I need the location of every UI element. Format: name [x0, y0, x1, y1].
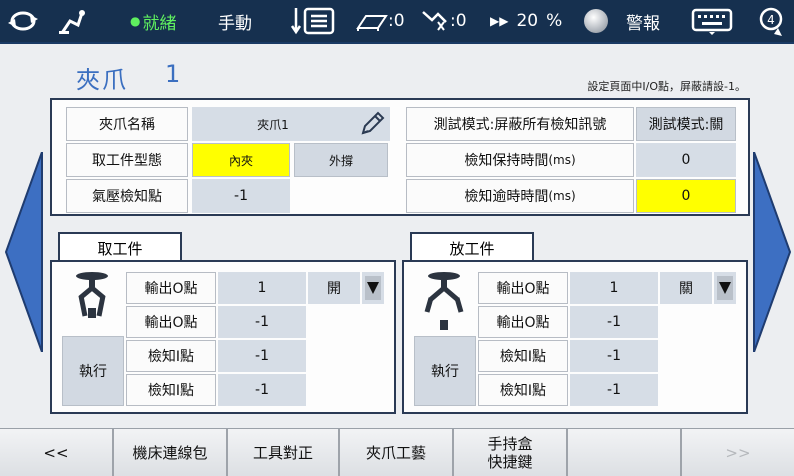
outer-clamp-button[interactable]: 外撐	[294, 143, 388, 177]
pick-type-label: 取工件型態	[66, 143, 188, 177]
pick-row2-label: 輸出O點	[126, 306, 216, 338]
timeout-label: 檢知逾時時間 (ms)	[406, 179, 634, 213]
pick-row1-value[interactable]: 1	[218, 272, 306, 304]
test-mode-button[interactable]: 測試模式:關	[636, 107, 736, 141]
prev-page-button[interactable]: <<	[0, 429, 114, 476]
speed-unit: %	[546, 11, 563, 31]
speed-value: 20	[516, 11, 539, 31]
pick-row3-value[interactable]: -1	[218, 340, 306, 372]
pick-panel-title: 取工件	[58, 232, 182, 262]
place-execute-button[interactable]: 執行	[414, 336, 476, 406]
counter-value: :0	[388, 11, 405, 31]
pressure-point-label: 氣壓檢知點	[66, 179, 188, 213]
pick-row3-label: 檢知I點	[126, 340, 216, 372]
mode-label[interactable]: 手動	[218, 0, 252, 42]
place-row4-label: 檢知I點	[478, 374, 568, 406]
machine-link-button[interactable]: 機床連線包	[114, 429, 228, 476]
gripper-tool-icon	[422, 11, 447, 31]
pick-dropdown-icon[interactable]	[362, 272, 384, 304]
place-panel: 執行 輸出O點 1 關 輸出O點 -1 檢知I點 -1 檢知I點 -1	[402, 260, 748, 414]
speed-indicator[interactable]: ▶▶ 20 %	[490, 0, 562, 42]
bottom-toolbar: << 機床連線包 工具對正 夾爪工藝 手持盒 快捷鍵 >>	[0, 428, 794, 476]
place-row4-value[interactable]: -1	[570, 374, 658, 406]
place-row2-label: 輸出O點	[478, 306, 568, 338]
pick-row1-state[interactable]: 開	[308, 272, 360, 304]
pick-row4-value[interactable]: -1	[218, 374, 306, 406]
prev-gripper-arrow[interactable]	[4, 151, 44, 353]
next-gripper-arrow[interactable]	[752, 151, 792, 353]
timeout-text: 檢知逾時時間	[464, 189, 549, 205]
place-panel-title: 放工件	[410, 232, 534, 262]
place-row3-label: 檢知I點	[478, 340, 568, 372]
top-bar: ● 就緒 手動 :0 :0 ▶▶ 20 % 警報 4	[0, 0, 794, 42]
alarm-button[interactable]: 警報	[626, 0, 660, 42]
robot-arm-icon[interactable]	[58, 0, 88, 42]
place-row3-value[interactable]: -1	[570, 340, 658, 372]
status-lamp-icon	[582, 0, 610, 42]
notification-icon[interactable]: 4	[756, 0, 786, 42]
pressure-point-field[interactable]: -1	[192, 179, 290, 213]
pendant-shortcut-button[interactable]: 手持盒 快捷鍵	[454, 429, 568, 476]
keyboard-icon[interactable]	[690, 0, 734, 42]
place-row1-value[interactable]: 1	[570, 272, 658, 304]
workpiece-counter: :0	[356, 0, 405, 42]
hold-time-label: 檢知保持時間 (ms)	[406, 143, 634, 177]
gripper-closed-icon	[70, 270, 114, 330]
notify-badge: 4	[767, 13, 775, 27]
pick-row2-value[interactable]: -1	[218, 306, 306, 338]
page-title: 夾爪	[76, 66, 128, 94]
status-dot-icon: ●	[130, 14, 141, 28]
inner-clamp-button[interactable]: 內夾	[192, 143, 290, 177]
empty-slot-button[interactable]	[568, 429, 682, 476]
fast-forward-icon: ▶▶	[490, 14, 509, 28]
tool-counter: :0	[420, 0, 467, 42]
next-page-button[interactable]: >>	[682, 429, 794, 476]
gripper-open-icon	[422, 270, 466, 336]
place-dropdown-icon[interactable]	[714, 272, 736, 304]
gripper-name-label: 夾爪名稱	[66, 107, 188, 141]
rotate-icon[interactable]	[6, 0, 40, 42]
plate-icon	[356, 15, 388, 31]
timeout-unit: (ms)	[548, 189, 576, 203]
pick-row1-label: 輸出O點	[126, 272, 216, 304]
hold-time-unit: (ms)	[548, 153, 576, 167]
pendant-shortcut-line1: 手持盒	[487, 435, 533, 453]
pick-row4-label: 檢知I點	[126, 374, 216, 406]
timeout-field[interactable]: 0	[636, 179, 736, 213]
test-mode-label: 測試模式:屏蔽所有檢知訊號	[406, 107, 634, 141]
gripper-process-button[interactable]: 夾爪工藝	[340, 429, 454, 476]
top-divider	[0, 42, 794, 44]
pendant-shortcut-line2: 快捷鍵	[487, 453, 533, 471]
pick-panel: 執行 輸出O點 1 開 輸出O點 -1 檢知I點 -1 檢知I點 -1	[50, 260, 396, 414]
tool-counter-value: :0	[450, 11, 467, 31]
pick-execute-button[interactable]: 執行	[62, 336, 124, 406]
place-row1-state[interactable]: 關	[660, 272, 712, 304]
hint-text: 設定頁面中I/O點，屏蔽請設-1。	[587, 80, 746, 93]
gripper-config-panel: 夾爪名稱 夾爪1 取工件型態 內夾 外撐 氣壓檢知點 -1 測試模式:屏蔽所有檢…	[50, 98, 750, 216]
status-ready: ● 就緒	[130, 0, 176, 42]
program-list-icon[interactable]	[290, 0, 336, 42]
gripper-number: 1	[165, 60, 181, 88]
place-row1-label: 輸出O點	[478, 272, 568, 304]
edit-pencil-icon[interactable]	[354, 107, 390, 141]
gripper-name-field[interactable]: 夾爪1	[192, 107, 354, 141]
hold-time-field[interactable]: 0	[636, 143, 736, 177]
hold-time-text: 檢知保持時間	[464, 153, 549, 169]
status-label: 就緒	[142, 13, 177, 34]
tool-align-button[interactable]: 工具對正	[228, 429, 340, 476]
place-row2-value[interactable]: -1	[570, 306, 658, 338]
